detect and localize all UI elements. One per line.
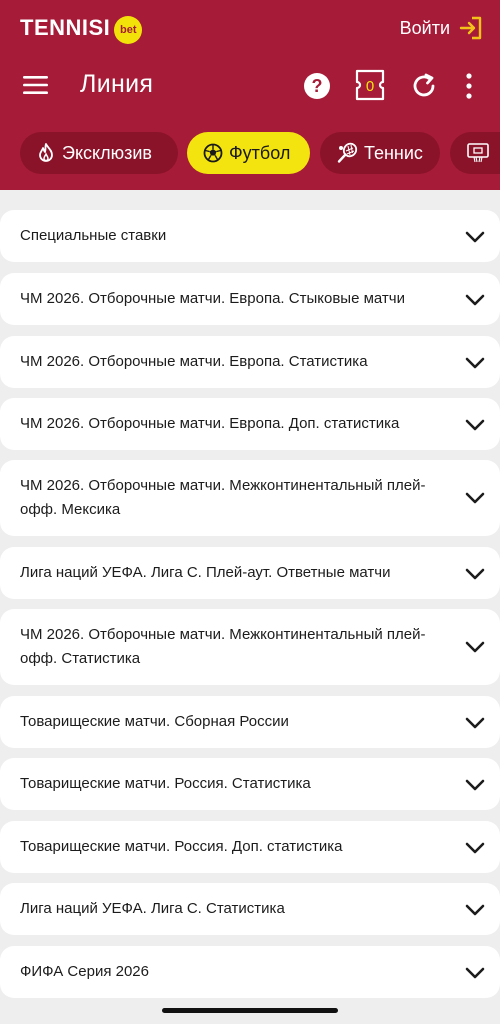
league-row[interactable]: Товарищеские матчи. Россия. Доп. статист… [0, 821, 500, 873]
chevron-down-icon [465, 568, 485, 580]
logo-text: TENNISI [20, 15, 111, 40]
league-row[interactable]: ФИФА Серия 2026 [0, 946, 500, 998]
league-label: Лига наций УЕФА. Лига С. Плей-аут. Ответ… [20, 564, 391, 581]
league-row[interactable]: Лига наций УЕФА. Лига С. Статистика [0, 883, 500, 935]
hamburger-menu-icon[interactable] [22, 72, 50, 98]
login-label: Войти [399, 17, 450, 38]
chevron-down-icon [465, 967, 485, 979]
login-icon [459, 16, 482, 40]
league-label: Товарищеские матчи. Россия. Доп. статист… [20, 838, 343, 855]
chevron-down-icon [465, 717, 485, 729]
league-row[interactable]: Лига наций УЕФА. Лига С. Плей-аут. Ответ… [0, 547, 500, 599]
basketball-hoop-icon [467, 143, 489, 163]
chevron-down-icon [465, 231, 485, 243]
tab-tennis-label: Теннис [364, 142, 423, 163]
refresh-icon[interactable] [410, 72, 438, 100]
league-row[interactable]: Товарищеские матчи. Россия. Статистика [0, 758, 500, 810]
soccer-ball-icon [203, 143, 223, 163]
page-title: Линия [80, 70, 154, 98]
chevron-down-icon [465, 904, 485, 916]
chevron-down-icon [465, 779, 485, 791]
tennis-racket-icon [337, 142, 358, 163]
flame-icon [39, 143, 53, 162]
league-label: ЧМ 2026. Отборочные матчи. Европа. Стыко… [20, 290, 405, 307]
brand-row: TENNISI bet Войти [0, 0, 500, 56]
app-header: TENNISI bet Войти Линия ? 0 Эксклюзив Фу… [0, 0, 500, 190]
league-label: ЧМ 2026. Отборочные матчи. Европа. Доп. … [20, 415, 400, 432]
league-label: ЧМ 2026. Отборочные матчи. Европа. Стати… [20, 353, 368, 370]
chevron-down-icon [465, 294, 485, 306]
tab-tennis[interactable]: Теннис [320, 132, 440, 174]
league-row[interactable]: ЧМ 2026. Отборочные матчи. Межконтинента… [0, 609, 500, 685]
tab-exclusive-label: Эксклюзив [62, 142, 152, 163]
league-row[interactable]: Товарищеские матчи. Сборная России [0, 696, 500, 748]
coupon-icon[interactable]: 0 [354, 68, 386, 102]
league-row[interactable]: ЧМ 2026. Отборочные матчи. Европа. Стати… [0, 336, 500, 388]
league-row[interactable]: ЧМ 2026. Отборочные матчи. Европа. Стыко… [0, 273, 500, 325]
league-label: Товарищеские матчи. Сборная России [20, 713, 289, 730]
chevron-down-icon [465, 492, 485, 504]
chevron-down-icon [465, 419, 485, 431]
league-label: ЧМ 2026. Отборочные матчи. Межконтинента… [20, 477, 426, 518]
more-options-icon[interactable] [462, 72, 476, 100]
chevron-down-icon [465, 641, 485, 653]
league-label: Товарищеские матчи. Россия. Статистика [20, 775, 311, 792]
league-label: Лига наций УЕФА. Лига С. Статистика [20, 900, 285, 917]
chevron-down-icon [465, 842, 485, 854]
league-row[interactable]: Специальные ставки [0, 210, 500, 262]
logo-badge: bet [114, 16, 143, 44]
league-label: ЧМ 2026. Отборочные матчи. Межконтинента… [20, 626, 426, 667]
title-row: Линия ? 0 [0, 60, 500, 110]
coupon-count: 0 [366, 78, 374, 95]
league-label: Специальные ставки [20, 227, 167, 244]
tab-basketball[interactable] [450, 132, 500, 174]
tab-exclusive[interactable]: Эксклюзив [20, 132, 178, 174]
league-row[interactable]: ЧМ 2026. Отборочные матчи. Межконтинента… [0, 460, 500, 536]
tennisi-logo[interactable]: TENNISI bet [20, 14, 143, 44]
home-indicator[interactable] [162, 1008, 338, 1013]
tab-football-label: Футбол [229, 142, 291, 163]
tab-football[interactable]: Футбол [187, 132, 310, 174]
league-label: ФИФА Серия 2026 [20, 963, 149, 980]
help-icon[interactable]: ? [303, 72, 331, 100]
svg-text:?: ? [312, 76, 323, 96]
login-button[interactable]: Войти [400, 14, 484, 42]
league-row[interactable]: ЧМ 2026. Отборочные матчи. Европа. Доп. … [0, 398, 500, 450]
chevron-down-icon [465, 357, 485, 369]
sport-category-tabs: Эксклюзив Футбол Теннис [0, 132, 500, 176]
